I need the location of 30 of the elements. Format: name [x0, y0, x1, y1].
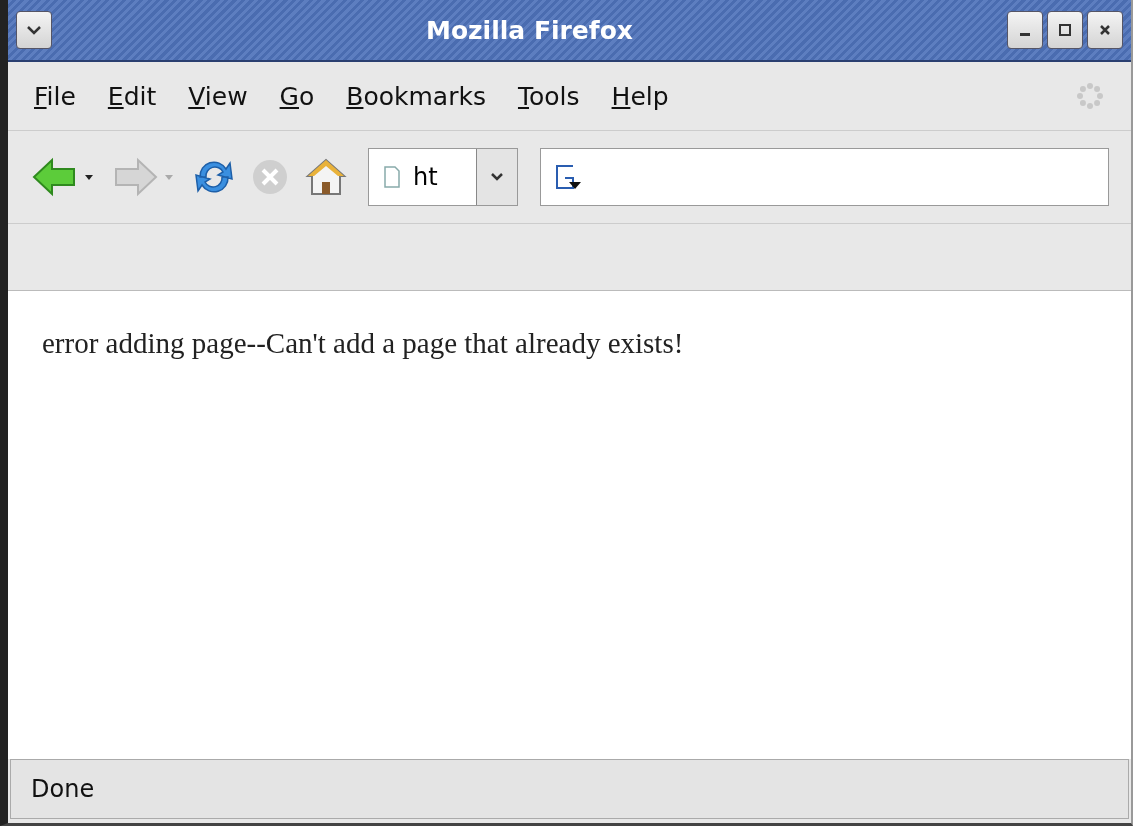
- chevron-down-icon: [491, 172, 503, 182]
- left-arrow-icon: [32, 157, 78, 197]
- address-field[interactable]: ht: [368, 148, 518, 206]
- stop-icon: [250, 157, 290, 197]
- menu-item[interactable]: Go: [279, 81, 315, 111]
- chevron-down-icon: [24, 23, 44, 37]
- status-text: Done: [31, 775, 95, 803]
- search-field[interactable]: [540, 148, 1109, 206]
- error-message: error adding page--Can't add a page that already exists!: [42, 327, 685, 360]
- page-icon: [383, 166, 401, 188]
- minimize-button[interactable]: [1007, 11, 1043, 49]
- dropdown-caret-icon: [84, 173, 94, 181]
- menu-item[interactable]: File: [34, 81, 76, 111]
- window-title: Mozilla Firefox: [425, 15, 634, 45]
- menu-item[interactable]: Tools: [517, 81, 580, 111]
- close-icon: [1097, 23, 1113, 37]
- menu-item[interactable]: Bookmarks: [346, 81, 486, 111]
- right-arrow-icon: [112, 157, 158, 197]
- maximize-icon: [1057, 23, 1073, 37]
- menu-item[interactable]: View: [188, 81, 248, 111]
- maximize-button[interactable]: [1047, 11, 1083, 49]
- menu-item[interactable]: Help: [611, 81, 669, 111]
- close-button[interactable]: [1087, 11, 1123, 49]
- menu-item[interactable]: Edit: [107, 81, 157, 111]
- window-menu-button[interactable]: [16, 11, 52, 49]
- dropdown-caret-icon: [164, 173, 174, 181]
- minimize-icon: [1020, 32, 1030, 36]
- throbber-icon: [1075, 81, 1105, 111]
- dropdown-button[interactable]: [476, 149, 517, 205]
- home-icon: [304, 156, 348, 198]
